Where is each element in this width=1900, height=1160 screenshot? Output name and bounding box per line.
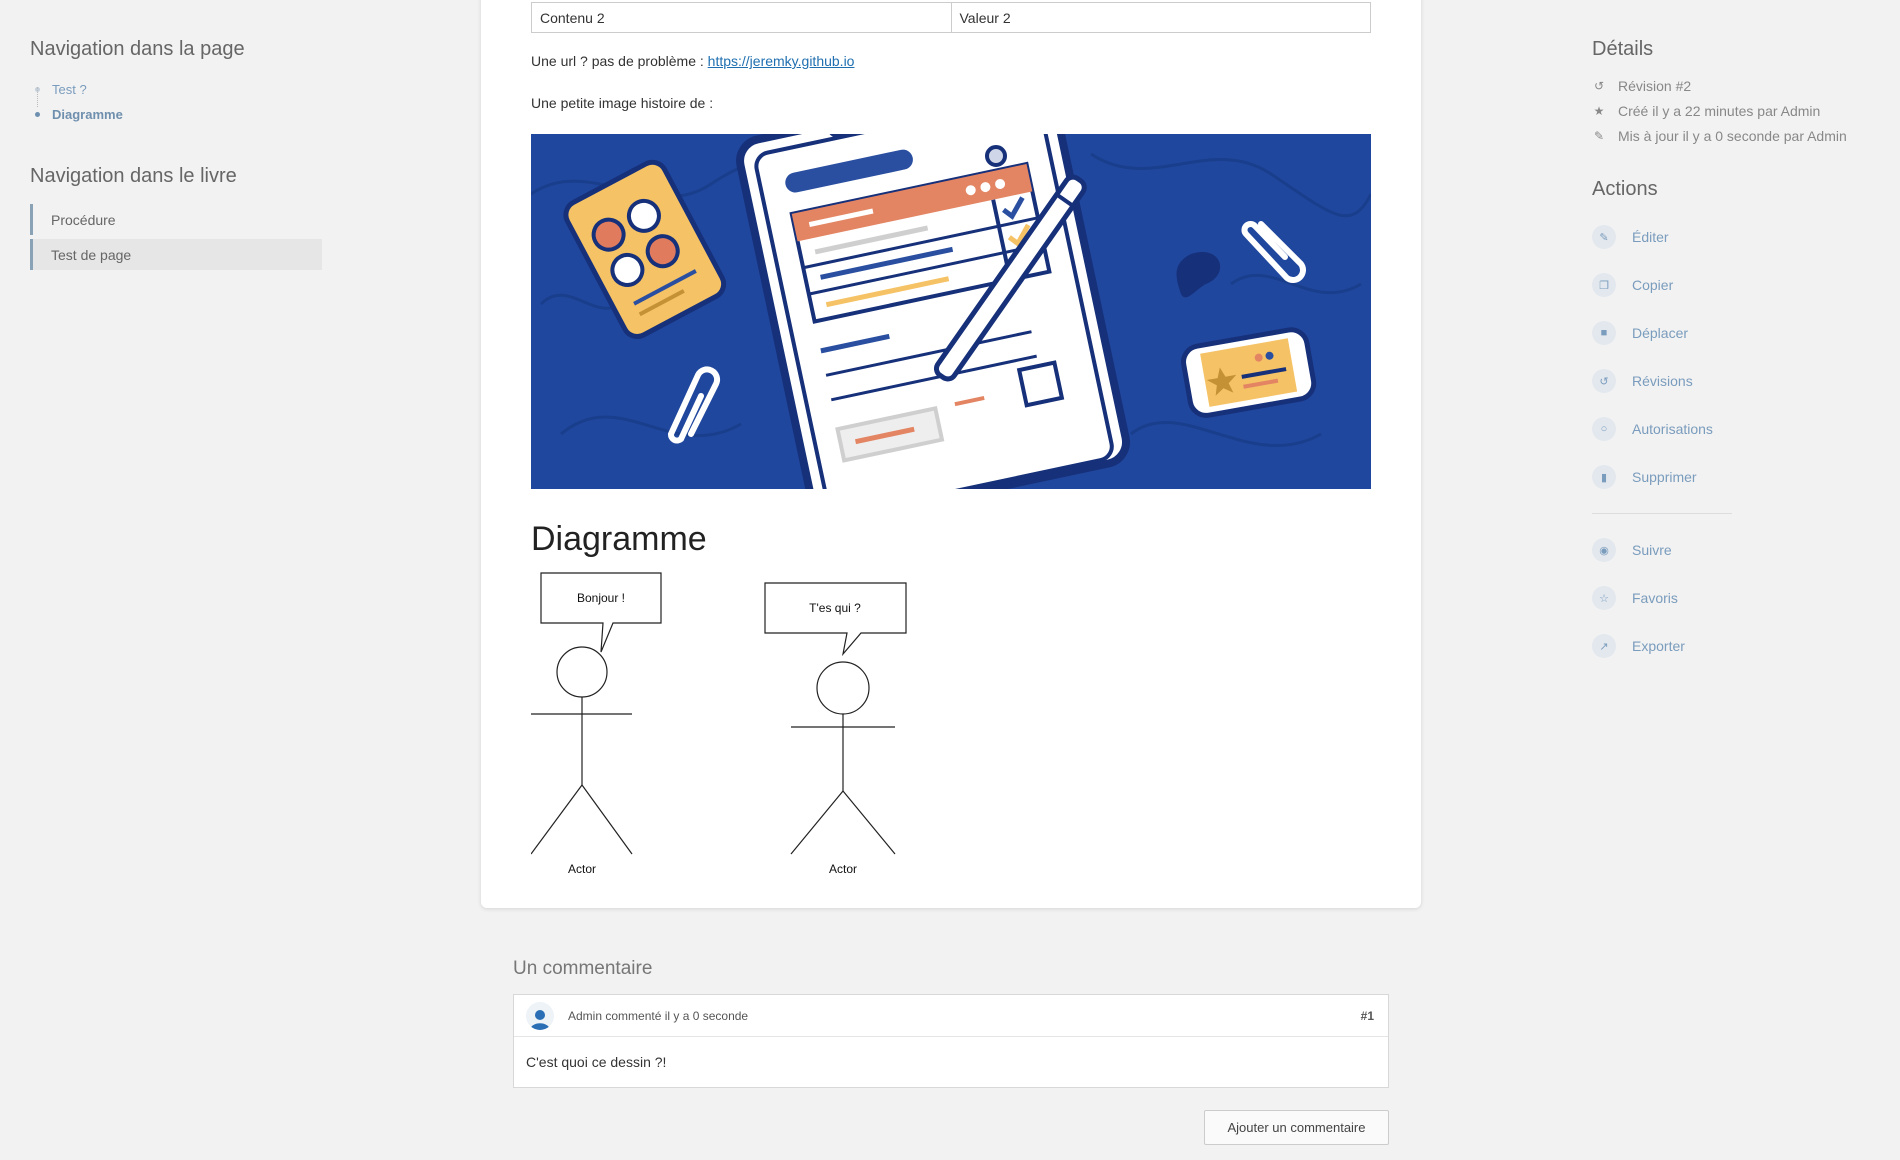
action-label: Suivre: [1632, 542, 1672, 558]
action-label: Supprimer: [1632, 469, 1697, 485]
user-icon: [530, 1009, 550, 1030]
detail-text: Mis à jour il y a 0 seconde par Admin: [1618, 127, 1847, 144]
star-icon: ★: [1593, 103, 1605, 118]
comment-body: C'est quoi ce dessin ?!: [526, 1054, 667, 1070]
comment-author: Admin commenté il y a 0 seconde: [568, 1008, 749, 1023]
details-title: Détails: [1592, 38, 1654, 60]
actor-diagram: Bonjour ! T'es qui ? Actor Actor: [531, 572, 907, 876]
action-label: Révisions: [1632, 373, 1693, 389]
trash-icon: ▮: [1592, 465, 1616, 489]
diagram-heading: Diagramme: [531, 520, 707, 558]
comment-number[interactable]: #1: [1361, 1009, 1374, 1023]
detail-revision: ↺ Révision #2: [1592, 73, 1882, 98]
folder-icon: ■: [1592, 321, 1616, 345]
image-intro-paragraph: Une petite image histoire de :: [531, 95, 714, 111]
left-sidebar: Navigation dans la page Test ? Diagramme…: [30, 38, 330, 274]
detail-created: ★ Créé il y a 22 minutes par Admin: [1592, 98, 1882, 123]
speech-bubble: [540, 572, 662, 653]
history-icon: ↺: [1593, 78, 1605, 93]
actor-label: Actor: [568, 862, 596, 876]
permissions-button[interactable]: ○ Autorisations: [1592, 405, 1882, 453]
page-nav-link[interactable]: Test ?: [52, 82, 87, 97]
add-comment-button[interactable]: Ajouter un commentaire: [1204, 1110, 1389, 1145]
page-navigation: Test ? Diagramme: [30, 77, 330, 127]
edit-icon: ✎: [1592, 225, 1616, 249]
page-nav-rail: [37, 87, 38, 107]
lock-icon: ○: [1592, 417, 1616, 441]
action-label: Favoris: [1632, 590, 1678, 606]
table-row: Contenu 2 Valeur 2: [531, 2, 1371, 33]
eye-icon: ◉: [1592, 538, 1616, 562]
action-label: Déplacer: [1632, 325, 1689, 341]
page-content-card: Contenu 2 Valeur 2 Une url ? pas de prob…: [481, 0, 1421, 908]
table-cell: Valeur 2: [950, 2, 1371, 33]
clipboard-illustration-art: [531, 134, 1371, 489]
book-navigation: Procédure Test de page: [30, 204, 330, 270]
comment-header: Admin commenté il y a 0 seconde #1: [514, 995, 1388, 1037]
favorite-button[interactable]: ☆ Favoris: [1592, 574, 1882, 622]
speech-bubble: [764, 582, 907, 657]
delete-button[interactable]: ▮ Supprimer: [1592, 453, 1882, 501]
avatar: [526, 1001, 554, 1030]
speech-bubble-text: T'es qui ?: [809, 601, 861, 615]
actor-label: Actor: [829, 862, 857, 876]
stick-figure: [531, 646, 633, 855]
actions-divider: [1592, 513, 1732, 514]
action-label: Autorisations: [1632, 421, 1713, 437]
book-nav-title: Navigation dans le livre: [30, 165, 237, 187]
detail-updated: ✎ Mis à jour il y a 0 seconde par Admin: [1592, 123, 1882, 148]
url-paragraph: Une url ? pas de problème : https://jere…: [531, 53, 854, 69]
revisions-button[interactable]: ↺ Révisions: [1592, 357, 1882, 405]
edit-button[interactable]: ✎ Éditer: [1592, 213, 1882, 261]
bullet-dot-icon: [35, 112, 40, 117]
stick-figure: [790, 661, 896, 855]
page-nav-item-diagramme[interactable]: Diagramme: [30, 102, 330, 127]
copy-icon: ❐: [1592, 273, 1616, 297]
history-icon: ↺: [1592, 369, 1616, 393]
move-button[interactable]: ■ Déplacer: [1592, 309, 1882, 357]
action-label: Éditer: [1632, 229, 1669, 245]
table-cell: Contenu 2: [531, 2, 952, 33]
actions-title: Actions: [1592, 178, 1658, 200]
export-button[interactable]: ↗ Exporter: [1592, 622, 1882, 670]
book-nav-item-procedure[interactable]: Procédure: [30, 204, 322, 235]
copy-button[interactable]: ❐ Copier: [1592, 261, 1882, 309]
pencil-icon: ✎: [1593, 128, 1605, 143]
speech-bubble-text: Bonjour !: [577, 591, 625, 605]
star-outline-icon: ☆: [1592, 586, 1616, 610]
action-label: Exporter: [1632, 638, 1685, 654]
content-table: Contenu 2 Valeur 2: [531, 2, 1371, 33]
export-icon: ↗: [1592, 634, 1616, 658]
page-nav-link[interactable]: Diagramme: [52, 107, 123, 122]
page-nav-title: Navigation dans la page: [30, 38, 245, 60]
right-sidebar: Détails ↺ Révision #2 ★ Créé il y a 22 m…: [1592, 38, 1882, 670]
book-nav-item-test-de-page[interactable]: Test de page: [30, 239, 322, 270]
detail-text: Révision #2: [1618, 77, 1692, 94]
clipboard-illustration: [531, 134, 1371, 489]
url-link[interactable]: https://jeremky.github.io: [708, 53, 855, 69]
url-prefix-text: Une url ? pas de problème :: [531, 53, 708, 69]
detail-text: Créé il y a 22 minutes par Admin: [1618, 102, 1821, 119]
comment-item: Admin commenté il y a 0 seconde #1 C'est…: [513, 994, 1389, 1088]
comments-title: Un commentaire: [513, 958, 653, 979]
follow-button[interactable]: ◉ Suivre: [1592, 526, 1882, 574]
page-nav-item-test[interactable]: Test ?: [30, 77, 330, 102]
action-label: Copier: [1632, 277, 1674, 293]
